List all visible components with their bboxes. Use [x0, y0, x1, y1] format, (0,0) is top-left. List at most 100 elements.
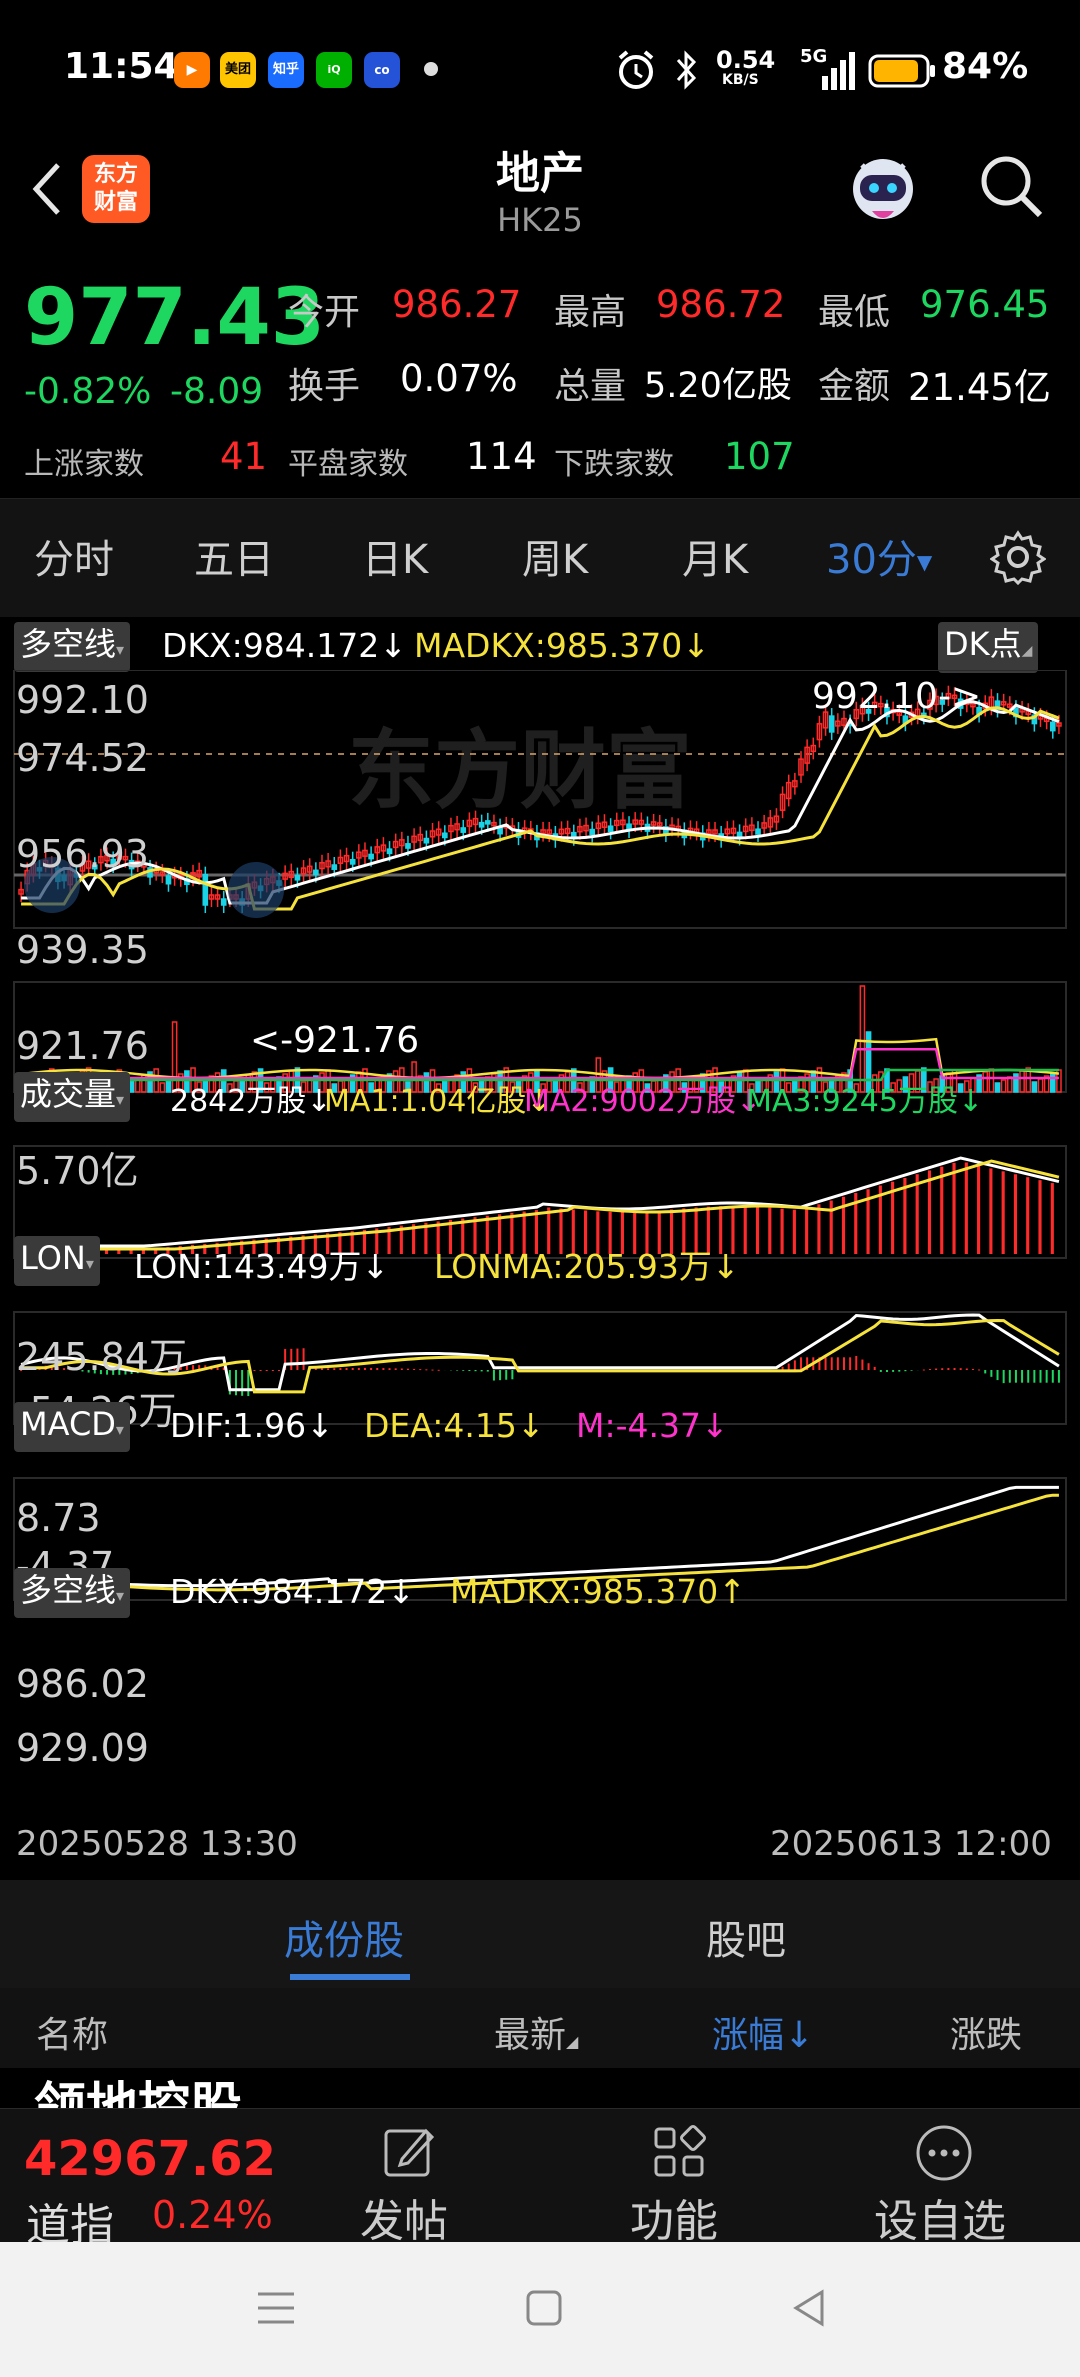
macd-bar: [879, 1370, 882, 1372]
system-nav-bar: [0, 2242, 1080, 2377]
lon-value: LON:143.49万↓: [134, 1240, 389, 1288]
madkx2-text: MADKX:985.370: [450, 1572, 719, 1611]
macd-bar: [492, 1370, 495, 1381]
macd-bar: [1008, 1370, 1011, 1383]
sub-tabs: 成份股 股吧: [0, 1880, 1080, 1988]
tab-constituents[interactable]: 成份股: [284, 1908, 404, 1966]
chart-area[interactable]: 多空线▾ DKX:984.172↓ MADKX:985.370↓ DK点◢ 东方…: [0, 616, 1080, 1880]
macd-bar: [419, 1369, 422, 1371]
macd-bar: [357, 1367, 360, 1370]
net-speed-unit: KB/S: [722, 72, 759, 88]
post-edit-icon[interactable]: [380, 2123, 438, 2181]
open-label: 今开: [288, 292, 361, 333]
dk-point-button[interactable]: DK点◢: [938, 622, 1039, 673]
lon-bar: [1050, 1183, 1054, 1254]
madkx-value: MADKX:985.370↓: [414, 626, 710, 665]
lon-indicator-label: LON: [20, 1239, 86, 1277]
tab-weekly-k[interactable]: 周K: [522, 527, 588, 585]
macd-bar: [910, 1370, 913, 1371]
functions-grid-icon[interactable]: [650, 2123, 708, 2181]
candle-body: [441, 832, 448, 839]
macd-bar: [984, 1370, 987, 1374]
volume-bar: [1031, 1081, 1038, 1093]
add-watchlist-button[interactable]: 设自选: [874, 2185, 1006, 2249]
dk-point-label: DK点: [944, 625, 1022, 663]
macd-bar: [413, 1368, 416, 1370]
column-change[interactable]: 涨跌: [950, 2006, 1022, 2058]
volume-indicator-selector[interactable]: 成交量▾: [14, 1072, 131, 1122]
volume-value: 5.20亿股: [644, 366, 792, 406]
tab-monthly-k[interactable]: 月K: [682, 527, 748, 585]
arrow-down-icon: ↓: [682, 626, 710, 665]
menu-nav-icon[interactable]: [254, 2286, 298, 2330]
caret-down-icon: ◢: [1021, 643, 1033, 659]
kline-indicator-label: 多空线: [20, 625, 117, 663]
list-header: 名称 最新◢ 涨幅↓ 涨跌: [0, 1988, 1080, 2068]
caret-down-icon: ▼: [916, 550, 933, 574]
lon-text: LON:143.49万: [134, 1247, 362, 1286]
candle-body: [460, 827, 467, 833]
column-latest[interactable]: 最新◢: [494, 2006, 578, 2058]
home-nav-icon[interactable]: [522, 2286, 566, 2330]
back-nav-icon[interactable]: [788, 2286, 832, 2330]
column-change-pct[interactable]: 涨幅↓: [712, 2006, 814, 2058]
video-app-icon: ▶: [174, 52, 210, 88]
flat-count: 114: [466, 435, 537, 478]
post-button[interactable]: 发帖: [360, 2185, 448, 2249]
high-value: 986.72: [656, 283, 786, 326]
macd-bar: [382, 1368, 385, 1370]
lon-bar: [1001, 1171, 1005, 1254]
tab-daily-k[interactable]: 日K: [362, 527, 428, 585]
macd-bar: [370, 1367, 373, 1370]
macd-bar: [339, 1368, 342, 1370]
volume-bar: [1037, 1078, 1044, 1093]
tab-30min[interactable]: 30分▼: [826, 527, 932, 585]
ticker-index-value[interactable]: 42967.62: [24, 2131, 276, 2187]
lon-indicator-selector[interactable]: LON▾: [14, 1236, 100, 1286]
macd-bar: [345, 1367, 348, 1370]
macd-bar: [296, 1348, 299, 1370]
search-icon[interactable]: [978, 153, 1046, 221]
open-value: 986.27: [392, 283, 522, 326]
list-item-partial[interactable]: 领地控股: [34, 2070, 242, 2108]
kline-y-label: 974.52: [16, 736, 149, 780]
dkx2-y-top: 986.02: [16, 1662, 149, 1706]
more-options-icon[interactable]: [914, 2123, 974, 2183]
macd-bar: [1014, 1370, 1017, 1383]
macd-indicator-selector[interactable]: MACD▾: [14, 1402, 130, 1452]
dif-text: DIF:1.96: [170, 1406, 307, 1445]
macd-bar: [486, 1370, 489, 1372]
settings-gear-icon[interactable]: [990, 529, 1046, 585]
tab-intraday[interactable]: 分时: [34, 527, 114, 585]
tab-five-day[interactable]: 五日: [194, 527, 274, 585]
macd-bar: [885, 1370, 888, 1372]
kline-indicator-selector[interactable]: 多空线▾: [14, 622, 131, 672]
macd-bar: [314, 1368, 317, 1370]
macd-bar: [302, 1348, 305, 1370]
kline-y-label: 956.93: [16, 832, 149, 876]
macd-bar: [376, 1367, 379, 1370]
macd-bar: [793, 1360, 796, 1370]
macd-bar: [247, 1370, 250, 1397]
dk-marker-buy-2[interactable]: [228, 862, 284, 918]
macd-bar: [1033, 1370, 1036, 1383]
robot-assistant-icon[interactable]: [842, 145, 924, 227]
arrow-up-icon: ↑: [718, 1572, 746, 1611]
candle-body: [386, 848, 393, 855]
tab-forum[interactable]: 股吧: [706, 1908, 786, 1966]
lon-bar: [977, 1165, 981, 1254]
lon-bar: [743, 1206, 747, 1254]
candle-body: [828, 715, 835, 733]
macd-bar: [855, 1355, 858, 1370]
madkx-text: MADKX:985.370: [414, 626, 683, 665]
macd-bar: [1045, 1370, 1048, 1383]
macd-bar: [1027, 1370, 1030, 1383]
battery-percent: 84%: [942, 46, 1029, 87]
macd-bar: [836, 1357, 839, 1370]
dkx2-indicator-selector[interactable]: 多空线▾: [14, 1568, 131, 1618]
high-label: 最高: [554, 292, 627, 333]
amount-value: 21.45亿: [908, 366, 1051, 409]
functions-button[interactable]: 功能: [630, 2185, 718, 2249]
caret-down-icon: ▾: [116, 640, 125, 659]
volume-bar: [159, 1082, 166, 1093]
